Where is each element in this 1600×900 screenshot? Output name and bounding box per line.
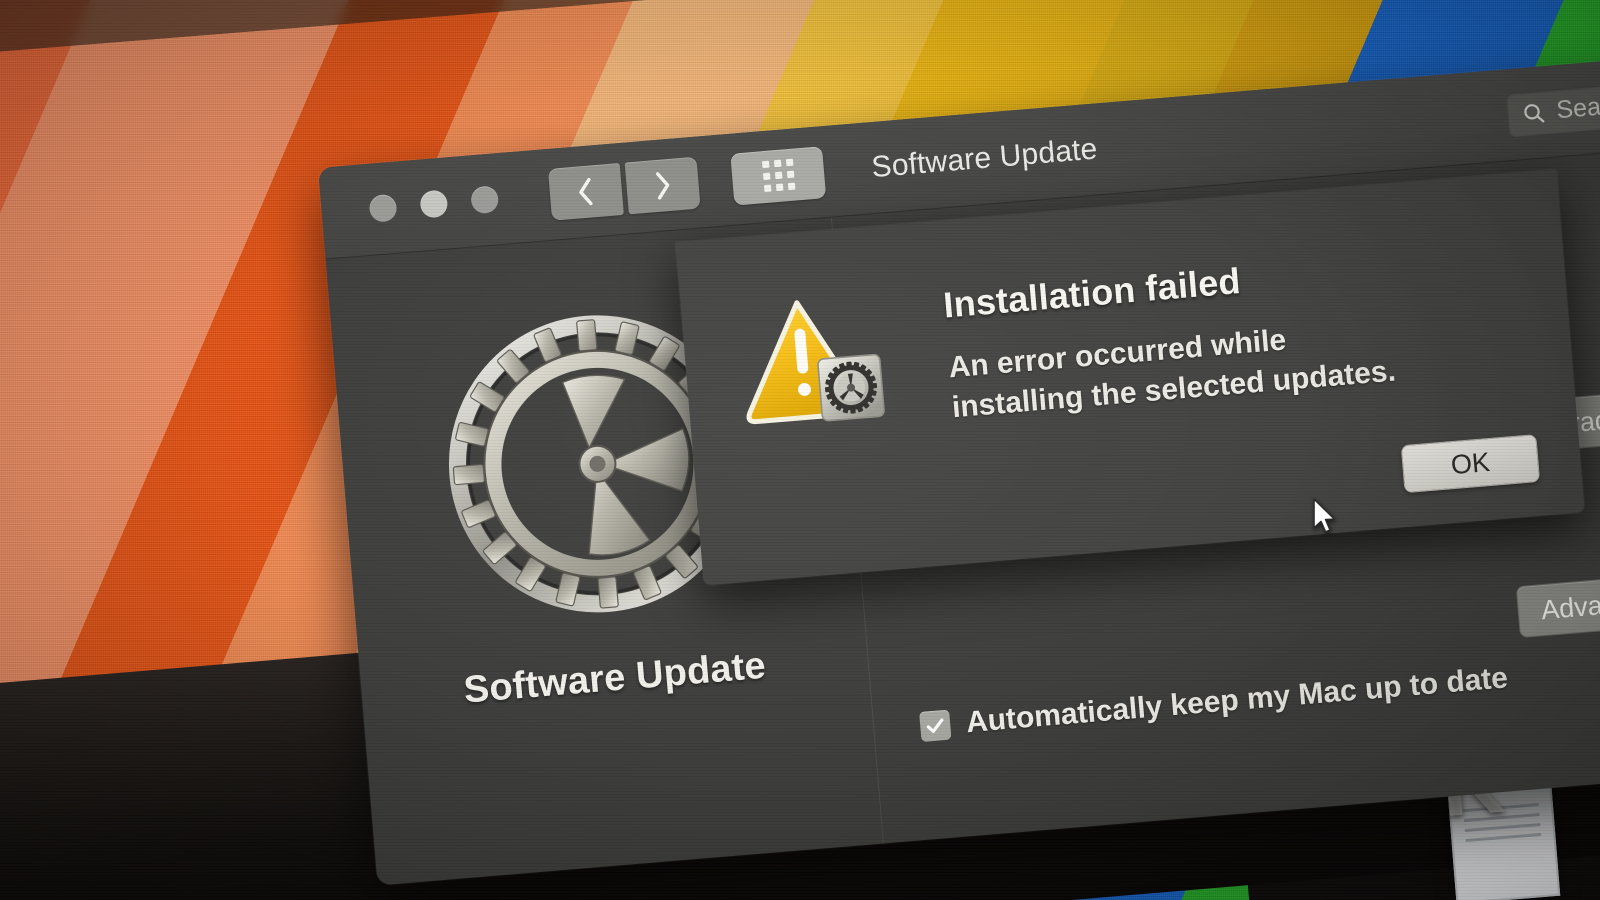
mouse-cursor bbox=[1312, 498, 1338, 534]
alert-title: Installation failed bbox=[941, 260, 1243, 326]
show-all-grid-icon[interactable] bbox=[730, 145, 827, 206]
zoom-button[interactable] bbox=[470, 185, 500, 215]
software-update-window: Software Update Search Software Update A… bbox=[318, 57, 1600, 886]
alert-message: An error occurred while installing the s… bbox=[947, 323, 1397, 424]
back-button[interactable] bbox=[547, 162, 624, 221]
search-placeholder: Search bbox=[1555, 89, 1600, 125]
alert-text-block: Installation failed An error occurred wh… bbox=[940, 228, 1429, 518]
auto-update-checkbox[interactable] bbox=[919, 709, 952, 742]
advanced-button[interactable]: Advanced... bbox=[1516, 570, 1600, 639]
grid-dots bbox=[761, 158, 795, 193]
forward-button[interactable] bbox=[624, 156, 701, 214]
warning-triangle-gear-icon bbox=[733, 271, 913, 535]
search-icon bbox=[1524, 103, 1545, 122]
minimize-button[interactable] bbox=[419, 189, 449, 219]
search-input[interactable]: Search bbox=[1505, 68, 1600, 137]
auto-update-row[interactable]: Automatically keep my Mac up to date bbox=[919, 661, 1509, 744]
ok-button[interactable]: OK bbox=[1400, 434, 1541, 494]
traffic-light-buttons bbox=[368, 185, 500, 223]
screenshot-root: dasy.png K bbox=[0, 0, 1600, 900]
installation-failed-dialog: Installation failed An error occurred wh… bbox=[675, 169, 1585, 586]
window-frame: Software Update Search Software Update A… bbox=[318, 57, 1600, 886]
checkmark-icon bbox=[926, 718, 944, 733]
auto-update-label: Automatically keep my Mac up to date bbox=[964, 661, 1510, 740]
close-button[interactable] bbox=[368, 193, 398, 223]
navigation-buttons bbox=[547, 156, 701, 221]
pane-label: Software Update bbox=[462, 644, 768, 712]
